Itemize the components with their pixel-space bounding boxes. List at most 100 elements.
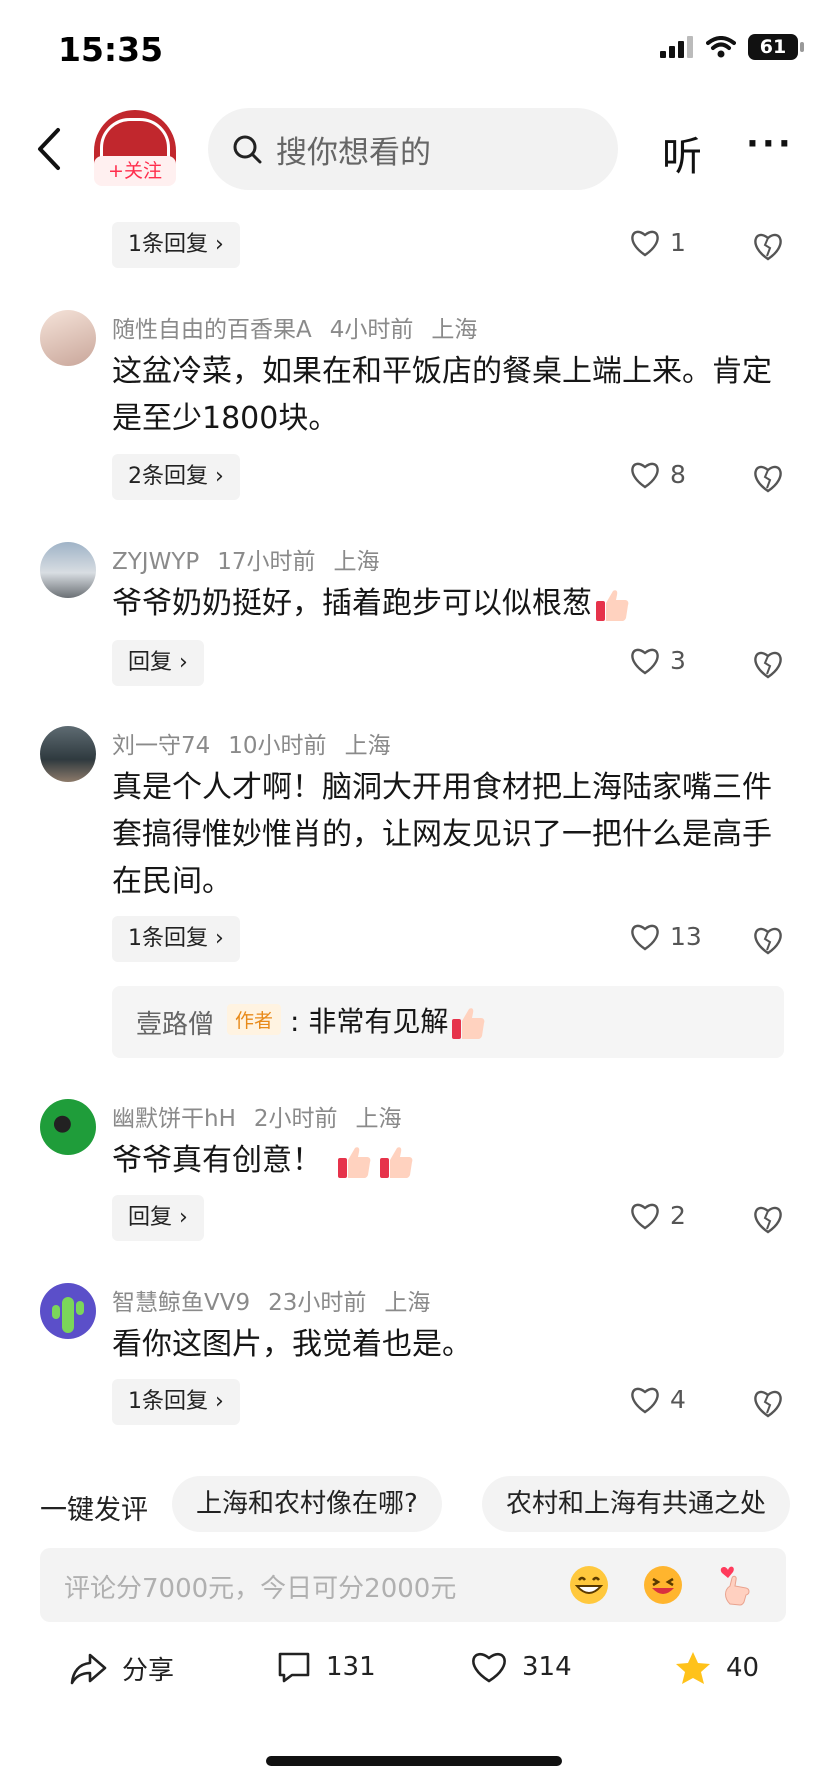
comment-location: 上海	[355, 1106, 402, 1132]
likes-count: 314	[522, 1652, 572, 1682]
user-avatar[interactable]	[40, 542, 96, 598]
comment-input[interactable]: 评论分7000元，今日可分2000元	[40, 1548, 786, 1622]
user-avatar[interactable]	[40, 310, 96, 366]
thumbs-up-emoji-icon	[338, 1146, 371, 1178]
broken-heart-icon[interactable]	[752, 924, 784, 956]
like-button[interactable]: 13	[630, 922, 702, 951]
comment-time: 10小时前	[228, 733, 327, 759]
search-placeholder: 搜你想看的	[276, 134, 431, 171]
comment-meta: 智慧鲸鱼VV9 23小时前 上海	[112, 1283, 448, 1317]
like-count: 2	[670, 1201, 686, 1230]
like-post-button[interactable]: 314	[470, 1650, 572, 1684]
heart-icon	[472, 1652, 506, 1683]
heart-icon	[631, 648, 659, 674]
view-replies-button[interactable]: 1条回复 ›	[112, 222, 240, 268]
comment-time: 4小时前	[329, 317, 414, 343]
username[interactable]: 智慧鲸鱼VV9	[112, 1290, 250, 1316]
heart-icon	[631, 1387, 659, 1413]
view-replies-button[interactable]: 2条回复 ›	[112, 454, 240, 500]
share-icon	[70, 1653, 107, 1684]
like-count: 13	[670, 922, 702, 951]
user-avatar[interactable]	[40, 726, 96, 782]
quick-comment-bar: 一键发评 上海和农村像在哪? 农村和上海有共通之处	[0, 1474, 828, 1534]
view-replies-button[interactable]: 1条回复 ›	[112, 916, 240, 962]
user-avatar[interactable]	[40, 1283, 96, 1339]
comments-count: 131	[326, 1652, 376, 1682]
heart-icon	[631, 462, 659, 488]
comment-text: 真是个人才啊！脑洞大开用食材把上海陆家嘴三件套搞得惟妙惟肖的，让网友见识了一把什…	[112, 770, 772, 899]
comment-text: 爷爷真有创意！	[112, 1137, 792, 1184]
comment-time: 2小时前	[253, 1106, 338, 1132]
more-button[interactable]: ···	[746, 124, 794, 164]
comment-text: 看你这图片，我觉着也是。	[112, 1327, 472, 1362]
status-time: 15:35	[58, 30, 164, 69]
share-label: 分享	[122, 1656, 175, 1686]
user-avatar[interactable]	[40, 1099, 96, 1155]
author-reply[interactable]: 壹路僧 作者 : 非常有见解	[112, 986, 784, 1058]
quick-comment-chip[interactable]: 农村和上海有共通之处	[482, 1476, 791, 1532]
reply-button[interactable]: 回复 ›	[112, 640, 204, 686]
comment-text: 这盆冷菜，如果在和平饭店的餐桌上端上来。肯定是至少1800块。	[112, 354, 772, 436]
back-arrow-icon[interactable]	[30, 126, 70, 172]
star-icon	[676, 1652, 710, 1684]
like-count: 4	[670, 1385, 686, 1414]
wifi-icon	[706, 36, 736, 58]
username[interactable]: 刘一守74	[112, 733, 210, 759]
broken-heart-icon[interactable]	[752, 1387, 784, 1419]
thumbs-up-emoji-icon	[596, 589, 629, 621]
heart-icon	[631, 1203, 659, 1229]
header-bar: +关注 搜你想看的 听 ···	[0, 104, 828, 194]
comment-meta: 随性自由的百香果A 4小时前 上海	[112, 310, 495, 344]
follow-button[interactable]: +关注	[94, 156, 176, 186]
listen-button[interactable]: 听	[662, 124, 702, 182]
comment-input-placeholder: 评论分7000元，今日可分2000元	[64, 1574, 457, 1604]
author-reply-text: : 非常有见解	[290, 1000, 486, 1041]
laugh-emoji-icon[interactable]	[642, 1564, 684, 1606]
comment-meta: 幽默饼干hH 2小时前 上海	[112, 1099, 420, 1133]
thumbs-up-emoji-icon	[452, 1008, 485, 1039]
quick-comment-label: 一键发评	[40, 1495, 148, 1526]
finger-heart-emoji-icon[interactable]	[716, 1564, 758, 1606]
comment-location: 上海	[344, 733, 391, 759]
cactus-icon	[52, 1297, 84, 1333]
comment-location: 上海	[431, 317, 478, 343]
broken-heart-icon[interactable]	[752, 648, 784, 680]
like-count: 1	[670, 228, 686, 257]
like-button[interactable]: 1	[630, 228, 686, 257]
comment-meta: ZYJWYP 17小时前 上海	[112, 542, 398, 576]
comments-button[interactable]: 131	[276, 1650, 376, 1684]
favorites-count: 40	[726, 1653, 760, 1683]
username[interactable]: ZYJWYP	[112, 549, 199, 575]
username[interactable]: 幽默饼干hH	[112, 1106, 236, 1132]
battery-indicator: 61	[748, 34, 804, 60]
status-icons: 61	[660, 34, 804, 60]
search-icon	[233, 135, 262, 164]
broken-heart-icon[interactable]	[752, 1203, 784, 1235]
comment-time: 17小时前	[217, 549, 316, 575]
like-button[interactable]: 4	[630, 1385, 686, 1414]
username[interactable]: 随性自由的百香果A	[112, 317, 312, 343]
reply-button[interactable]: 回复 ›	[112, 1195, 204, 1241]
like-button[interactable]: 2	[630, 1201, 686, 1230]
quick-comment-chip[interactable]: 上海和农村像在哪?	[172, 1476, 442, 1532]
comment-meta: 刘一守74 10小时前 上海	[112, 726, 409, 760]
grin-emoji-icon[interactable]	[568, 1564, 610, 1606]
author-name[interactable]: 壹路僧	[136, 1004, 214, 1041]
broken-heart-icon[interactable]	[752, 462, 784, 494]
comment-location: 上海	[384, 1290, 431, 1316]
like-count: 3	[670, 646, 686, 675]
comment-text: 爷爷奶奶挺好，插着跑步可以似根葱	[112, 580, 792, 627]
share-button[interactable]: 分享	[70, 1650, 174, 1687]
heart-icon	[631, 924, 659, 950]
view-replies-button[interactable]: 1条回复 ›	[112, 1379, 240, 1425]
search-input[interactable]: 搜你想看的	[208, 108, 618, 190]
heart-icon	[631, 230, 659, 256]
comment-icon	[278, 1652, 310, 1683]
like-count: 8	[670, 460, 686, 489]
home-indicator[interactable]	[266, 1756, 562, 1766]
favorite-button[interactable]: 40	[674, 1650, 759, 1686]
like-button[interactable]: 3	[630, 646, 686, 675]
like-button[interactable]: 8	[630, 460, 686, 489]
broken-heart-icon[interactable]	[752, 230, 784, 262]
comment-time: 23小时前	[268, 1290, 367, 1316]
